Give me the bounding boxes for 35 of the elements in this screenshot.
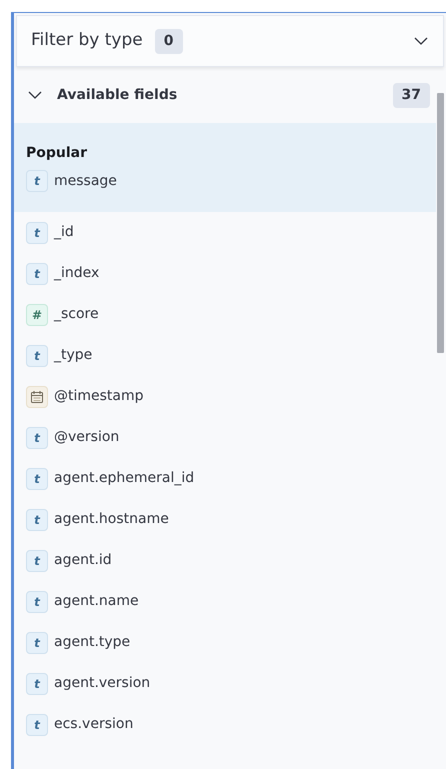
field-name[interactable]: agent.hostname [54,509,169,530]
field-type-token: t [26,714,48,736]
filter-dropdown[interactable]: Filter by type 0 [16,15,444,67]
field-type-token: t [26,508,48,530]
filter-label: Filter by type [31,29,143,52]
field-name[interactable]: _id [54,222,74,243]
field-name[interactable]: agent.name [54,591,139,612]
field-name[interactable]: agent.type [54,632,130,653]
field-name[interactable]: _index [54,263,100,284]
scrollbar[interactable] [437,93,444,353]
field-name[interactable]: @timestamp [54,386,144,407]
field-type-token: t [26,632,48,654]
field-name[interactable]: _score [54,304,99,325]
calendar-icon [26,386,48,408]
field-type-token: t [26,590,48,612]
section-title: Popular [26,144,88,163]
count-badge: 0 [154,28,182,54]
field-type-token: t [26,550,48,572]
field-type-token: t [26,672,48,694]
field-type-token: t [26,344,48,366]
field-name[interactable]: agent.ephemeral_id [54,468,194,489]
field-type-token: # [26,304,48,326]
field-name[interactable]: message [54,170,117,192]
field-name[interactable]: @version [54,427,120,448]
field-type-token: t [26,170,48,192]
section-title: Available fields [57,86,178,104]
field-name[interactable]: agent.version [54,673,150,694]
field-type-token: t [26,222,48,244]
field-type-token: t [26,426,48,448]
field-name[interactable]: ecs.version [54,714,134,735]
field-type-token: t [26,468,48,490]
field-name[interactable]: agent.id [54,550,112,571]
count-badge: 37 [392,82,430,108]
field-name[interactable]: _type [54,345,92,366]
field-type-token: t [26,262,48,284]
